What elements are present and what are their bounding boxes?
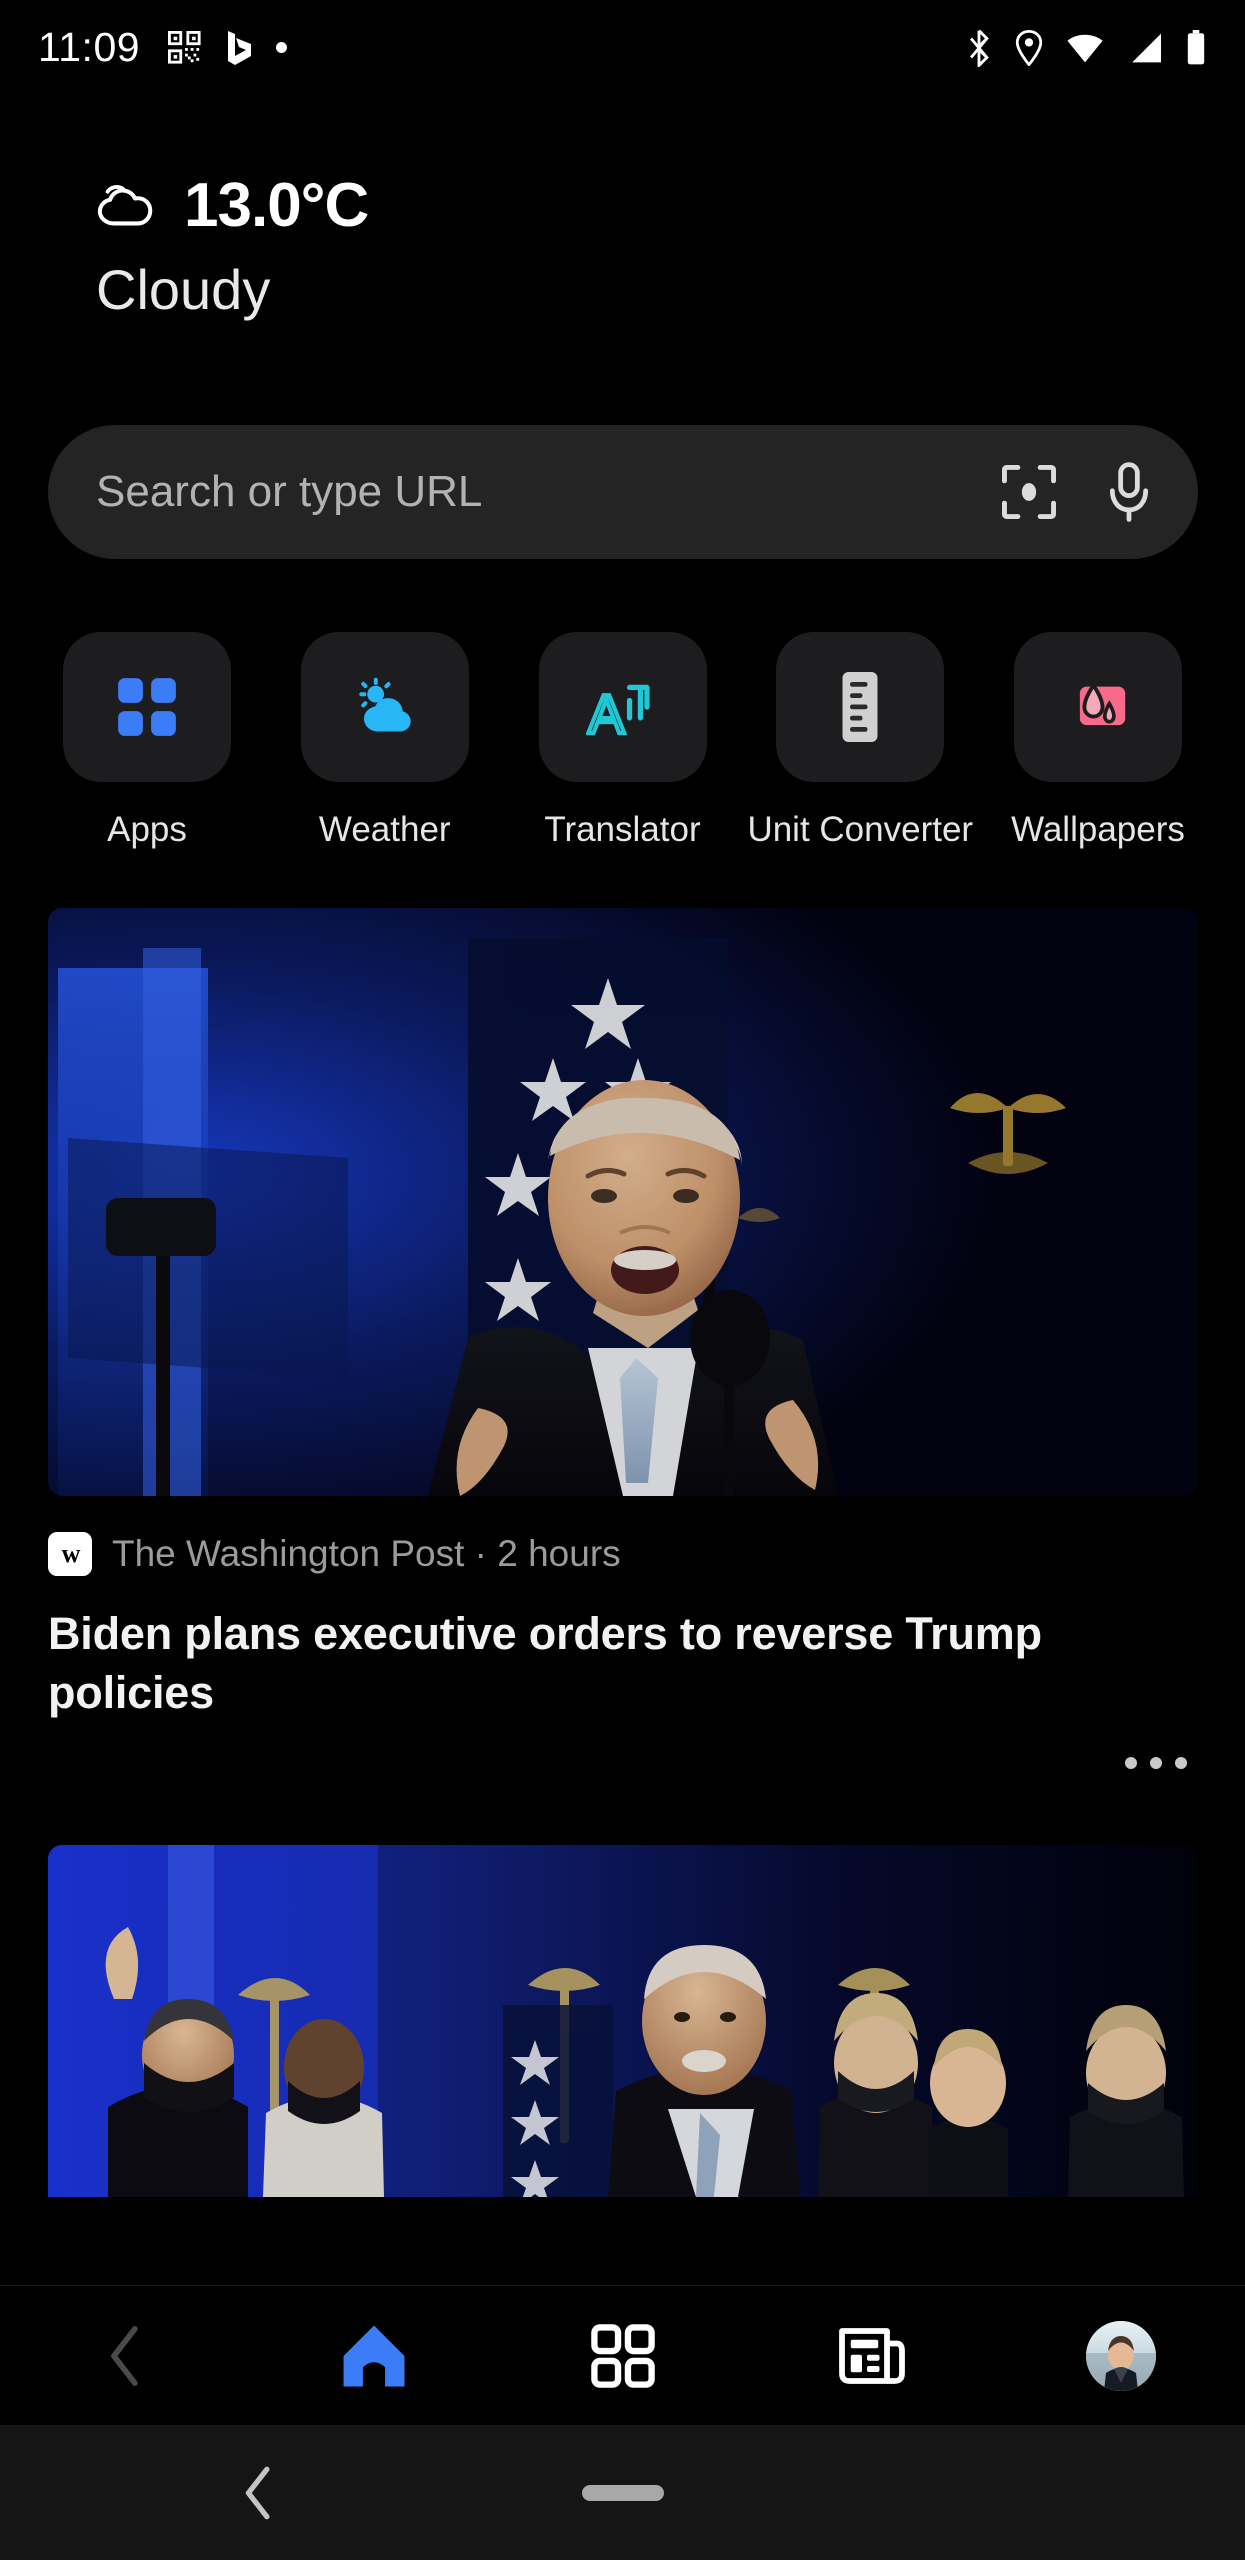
news-article-2-image[interactable] bbox=[48, 1844, 1198, 2197]
visual-search-icon[interactable] bbox=[1000, 463, 1058, 521]
home-icon bbox=[338, 2320, 410, 2392]
bing-logo-icon bbox=[224, 29, 254, 67]
translate-icon: A bbox=[586, 674, 660, 740]
news-article-1-actions bbox=[48, 1756, 1197, 1769]
ruler-icon bbox=[840, 669, 880, 745]
more-options-icon[interactable] bbox=[1125, 1756, 1187, 1769]
status-bar: 11:09 bbox=[0, 0, 1245, 95]
news-article-2[interactable] bbox=[0, 1844, 1245, 2197]
weather-temperature-row: 13.0°C bbox=[96, 170, 369, 241]
news-feed-icon bbox=[837, 2323, 907, 2389]
shortcut-wallpapers-tile[interactable] bbox=[1014, 632, 1182, 782]
browser-bottom-nav bbox=[0, 2285, 1245, 2425]
news-article-1-title[interactable]: Biden plans executive orders to reverse … bbox=[48, 1604, 1197, 1723]
location-pin-icon bbox=[1015, 29, 1043, 66]
shortcut-translator[interactable]: A Translator bbox=[524, 632, 722, 850]
weather-temperature: 13.0°C bbox=[184, 171, 369, 240]
shortcut-translator-label: Translator bbox=[544, 810, 701, 849]
cellular-signal-icon bbox=[1127, 32, 1163, 64]
nav-news-button[interactable] bbox=[747, 2286, 996, 2425]
weather-condition: Cloudy bbox=[96, 258, 271, 321]
shortcuts-row: Apps Weather A Translator Unit Converter… bbox=[0, 632, 1245, 850]
apps-grid-icon bbox=[114, 674, 180, 740]
status-bar-clock: 11:09 bbox=[38, 24, 141, 70]
qr-code-icon bbox=[168, 30, 202, 65]
nav-tabs-button[interactable] bbox=[498, 2286, 747, 2425]
news-article-1-source: The Washington Post · 2 hours bbox=[112, 1533, 621, 1574]
news-article-1-image[interactable] bbox=[48, 908, 1198, 1496]
shortcut-translator-tile[interactable]: A bbox=[538, 632, 707, 782]
nav-home-button[interactable] bbox=[249, 2286, 498, 2425]
shortcut-apps[interactable]: Apps bbox=[48, 632, 246, 850]
dot-indicator-icon bbox=[276, 42, 288, 53]
wallpaper-image-icon bbox=[1064, 676, 1132, 738]
news-feed: w The Washington Post · 2 hours Biden pl… bbox=[0, 908, 1245, 2197]
shortcut-weather[interactable]: Weather bbox=[286, 632, 484, 850]
status-bar-notification-icons bbox=[168, 29, 288, 67]
shortcut-unit-converter-label: Unit Converter bbox=[747, 810, 974, 849]
shortcut-unit-converter-tile[interactable] bbox=[776, 632, 945, 782]
microphone-icon[interactable] bbox=[1104, 461, 1154, 523]
shortcut-apps-tile[interactable] bbox=[63, 632, 231, 782]
avatar-icon bbox=[1085, 2320, 1156, 2391]
sun-cloud-icon bbox=[350, 675, 420, 739]
android-system-nav bbox=[0, 2425, 1245, 2560]
weather-widget[interactable]: 13.0°C Cloudy bbox=[96, 170, 369, 322]
browser-home-screen: 11:09 13.0°C Cloudy Search or type URL A… bbox=[0, 0, 1245, 2560]
shortcut-unit-converter[interactable]: Unit Converter bbox=[747, 632, 973, 850]
chevron-left-icon bbox=[103, 2324, 147, 2388]
news-article-1-meta: w The Washington Post · 2 hours bbox=[48, 1532, 1197, 1576]
shortcut-wallpapers[interactable]: Wallpapers bbox=[999, 632, 1197, 850]
news-article-1[interactable]: w The Washington Post · 2 hours Biden pl… bbox=[0, 908, 1245, 1769]
system-back-icon[interactable] bbox=[240, 2464, 278, 2522]
home-gesture-pill[interactable] bbox=[581, 2484, 664, 2501]
washington-post-logo: w bbox=[48, 1532, 92, 1576]
wifi-icon bbox=[1065, 32, 1105, 64]
cloud-icon bbox=[96, 182, 158, 230]
grid-tabs-icon bbox=[590, 2323, 656, 2389]
battery-icon bbox=[1185, 29, 1207, 66]
search-input[interactable]: Search or type URL bbox=[96, 467, 1000, 517]
shortcut-wallpapers-label: Wallpapers bbox=[1011, 810, 1185, 849]
nav-profile-button[interactable] bbox=[996, 2286, 1245, 2425]
shortcut-apps-label: Apps bbox=[107, 810, 187, 849]
shortcut-weather-tile[interactable] bbox=[300, 632, 469, 782]
status-bar-system-icons bbox=[965, 29, 1207, 67]
svg-text:A: A bbox=[588, 684, 625, 740]
bluetooth-icon bbox=[965, 29, 993, 67]
search-bar[interactable]: Search or type URL bbox=[48, 425, 1198, 559]
nav-back-button[interactable] bbox=[0, 2286, 249, 2425]
shortcut-weather-label: Weather bbox=[318, 810, 451, 849]
